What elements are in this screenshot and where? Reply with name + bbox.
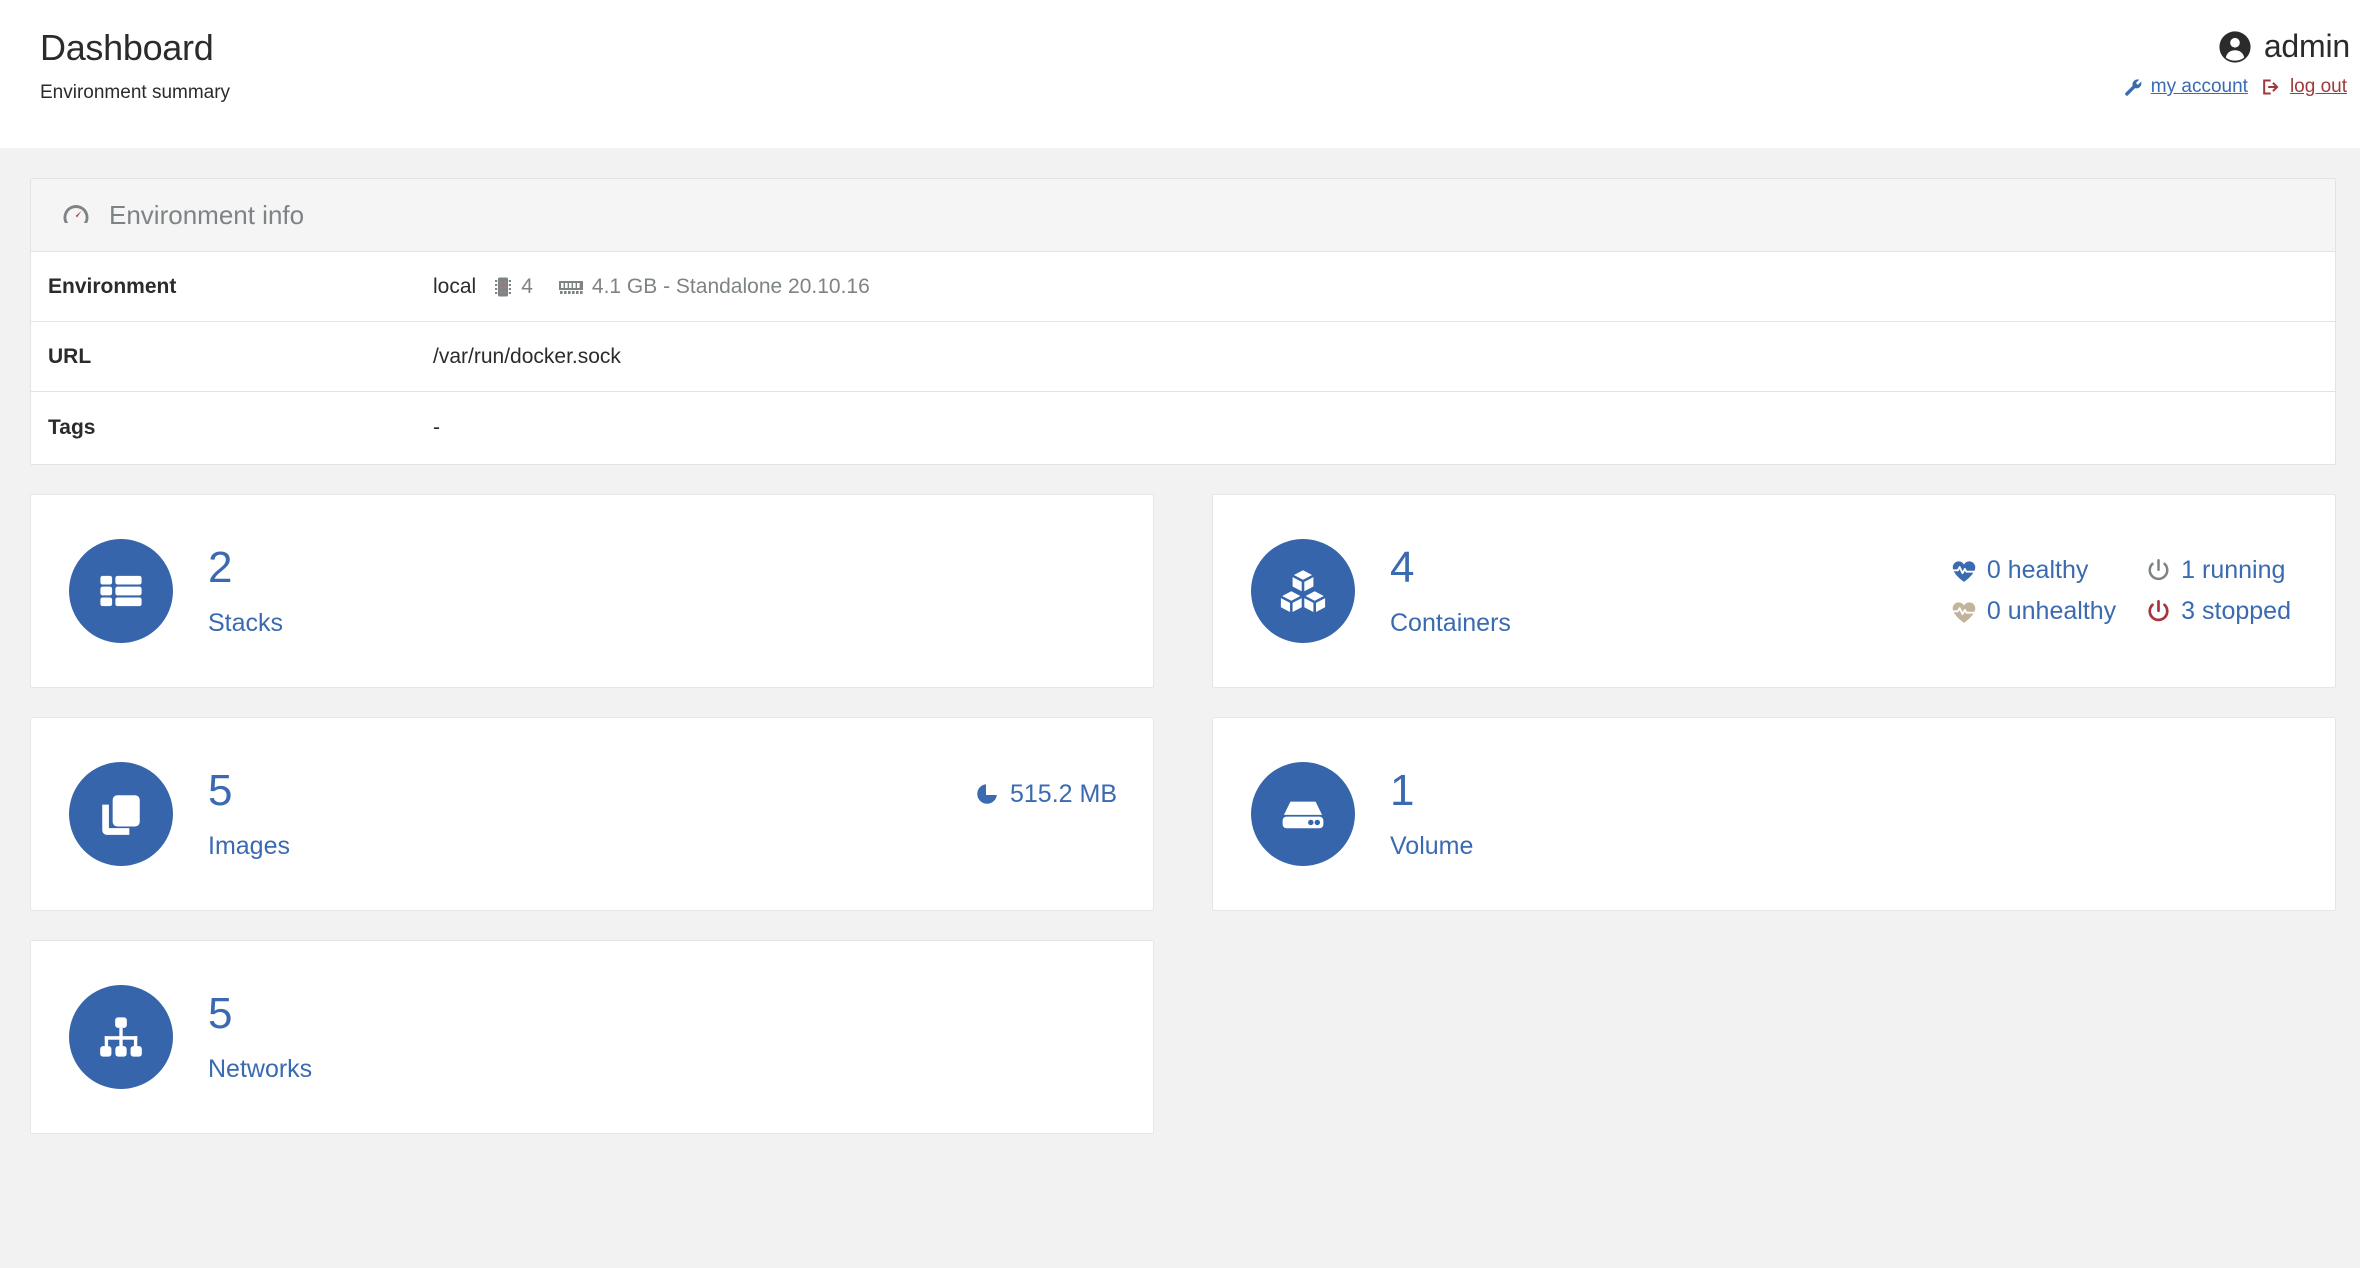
images-count: 5 [208, 769, 290, 813]
boxes-icon [1251, 539, 1355, 643]
wrench-icon [2123, 77, 2143, 97]
dashboard-card-grid: 2 Stacks 5 Images [30, 494, 2336, 1163]
stacks-label: Stacks [208, 611, 283, 636]
networks-card-text: 5 Networks [208, 992, 312, 1082]
heartbeat-icon [1951, 559, 1977, 583]
containers-status-grid: 0 healthy 1 running [1951, 556, 2291, 626]
info-value-environment: local 4 [433, 275, 870, 299]
memory-icon [558, 277, 584, 297]
info-label-url: URL [31, 345, 433, 369]
environment-info-title: Environment info [109, 200, 304, 231]
info-value-url: /var/run/docker.sock [433, 345, 621, 369]
my-account-label: my account [2148, 76, 2251, 98]
card-column-right: 4 Containers 0 healthy [1212, 494, 2336, 1163]
volumes-card-text: 1 Volume [1390, 769, 1473, 859]
environment-info-body: Environment local [31, 252, 2335, 464]
images-total-size: 515.2 MB [1010, 780, 1117, 809]
sign-out-icon [2261, 77, 2282, 97]
images-size-badge: 515.2 MB [975, 780, 1117, 809]
username-label: admin [2264, 28, 2350, 65]
memory-and-version: 4.1 GB - Standalone 20.10.16 [592, 275, 870, 299]
page-header: Dashboard Environment summary admin [0, 0, 2360, 148]
volumes-count: 1 [1390, 769, 1473, 813]
status-healthy-label: 0 healthy [1987, 556, 2088, 585]
volumes-label: Volume [1390, 834, 1473, 859]
header-user-block: admin my account log out [2123, 28, 2350, 98]
status-stopped-label: 3 stopped [2181, 597, 2291, 626]
cpu-count: 4 [521, 275, 533, 299]
environment-info-panel: Environment info Environment local [30, 178, 2336, 465]
environment-name: local [433, 275, 476, 299]
status-healthy: 0 healthy [1951, 556, 2116, 585]
log-out-label: log out [2287, 76, 2350, 98]
status-running-label: 1 running [2181, 556, 2285, 585]
networks-count: 5 [208, 992, 312, 1036]
sitemap-icon [69, 985, 173, 1089]
status-stopped: 3 stopped [2146, 597, 2291, 626]
info-row-url: URL /var/run/docker.sock [31, 322, 2335, 392]
status-unhealthy-label: 0 unhealthy [1987, 597, 2116, 626]
containers-card-right: 0 healthy 1 running [1951, 556, 2309, 626]
volumes-card[interactable]: 1 Volume [1212, 717, 2336, 911]
table-list-icon [69, 539, 173, 643]
power-icon [2146, 558, 2171, 583]
user-menu[interactable]: admin [2123, 28, 2350, 65]
containers-count: 4 [1390, 546, 1511, 590]
user-circle-icon [2218, 30, 2252, 64]
status-running: 1 running [2146, 556, 2291, 585]
containers-card[interactable]: 4 Containers 0 healthy [1212, 494, 2336, 688]
page-title: Dashboard [40, 28, 230, 68]
cpu-icon [493, 276, 513, 298]
status-unhealthy: 0 unhealthy [1951, 597, 2116, 626]
header-links: my account log out [2123, 76, 2350, 98]
page-subtitle: Environment summary [40, 82, 230, 104]
info-value-tags: - [433, 416, 440, 440]
dashboard-content: Environment info Environment local [0, 148, 2360, 1163]
info-label-environment: Environment [31, 275, 433, 299]
log-out-link[interactable]: log out [2261, 76, 2350, 98]
info-row-tags: Tags - [31, 392, 2335, 464]
info-label-tags: Tags [31, 416, 433, 440]
my-account-link[interactable]: my account [2123, 76, 2251, 98]
clone-icon [69, 762, 173, 866]
stacks-card-text: 2 Stacks [208, 546, 283, 636]
heartbeat-icon [1951, 600, 1977, 624]
images-card[interactable]: 5 Images 515.2 MB [30, 717, 1154, 911]
gauge-icon [61, 200, 91, 230]
containers-label: Containers [1390, 611, 1511, 636]
stacks-card[interactable]: 2 Stacks [30, 494, 1154, 688]
networks-card[interactable]: 5 Networks [30, 940, 1154, 1134]
pie-chart-icon [975, 782, 999, 806]
info-row-environment: Environment local [31, 252, 2335, 322]
environment-info-header: Environment info [31, 179, 2335, 252]
images-label: Images [208, 834, 290, 859]
containers-card-text: 4 Containers [1390, 546, 1511, 636]
networks-label: Networks [208, 1057, 312, 1082]
hdd-icon [1251, 762, 1355, 866]
header-title-block: Dashboard Environment summary [40, 28, 230, 104]
stacks-count: 2 [208, 546, 283, 590]
power-icon [2146, 599, 2171, 624]
images-card-text: 5 Images [208, 769, 290, 859]
card-column-left: 2 Stacks 5 Images [30, 494, 1154, 1163]
